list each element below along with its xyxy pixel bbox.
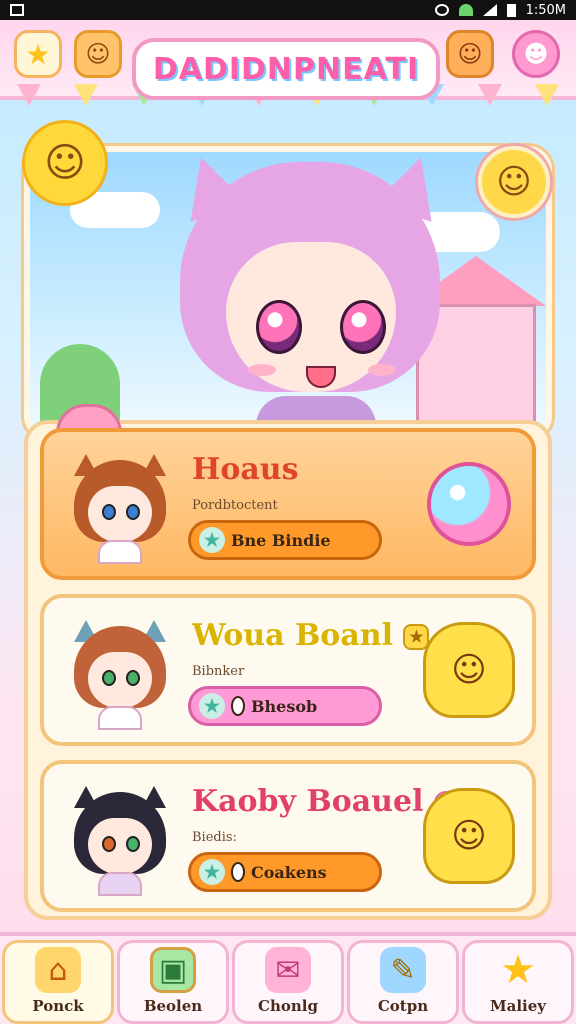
- star-icon: ★: [199, 693, 225, 719]
- smiley-face-icon[interactable]: ☺: [74, 30, 122, 78]
- star-icon: ★: [199, 527, 225, 553]
- nav-item-notebook[interactable]: ✎ Cotpn: [347, 940, 459, 1024]
- card-action-button[interactable]: ★ Coakens: [188, 852, 382, 892]
- card-action-label: Bne Bindie: [231, 530, 331, 550]
- smiley-badge-icon[interactable]: ☺: [478, 146, 550, 218]
- nav-label: Cotpn: [377, 997, 429, 1015]
- card-subtitle: Bibnker: [192, 664, 245, 679]
- seed-icon: [231, 696, 245, 716]
- catgirl-character[interactable]: [170, 152, 450, 434]
- character-avatar: [66, 450, 174, 564]
- card-action-button[interactable]: ★ Bne Bindie: [188, 520, 382, 560]
- card-subtitle: Biedis:: [192, 830, 237, 845]
- character-card-3[interactable]: Kaoby Boauel Biedis: ★ Coakens ☺: [40, 760, 536, 912]
- nav-item-favorites[interactable]: ★ Maliey: [462, 940, 574, 1024]
- card-title-text: Woua Boanl: [192, 618, 393, 653]
- nav-label: Beolen: [143, 997, 203, 1015]
- star-icon: ★: [199, 859, 225, 885]
- nav-label: Maliey: [490, 997, 546, 1015]
- character-avatar: [66, 782, 174, 896]
- wifi-icon: [458, 4, 473, 16]
- card-title: Hoaus: [192, 452, 299, 487]
- battery-icon: [506, 3, 516, 17]
- card-title: Woua Boanl ★: [192, 618, 430, 653]
- image-notification-icon: [10, 4, 24, 16]
- settings-icon: [434, 4, 449, 16]
- sun-smiley-icon: ☺: [22, 120, 108, 206]
- card-title: Kaoby Boauel: [192, 784, 458, 819]
- nav-item-home[interactable]: ⌂ Ponck: [2, 940, 114, 1024]
- yellow-dog-icon[interactable]: ☺: [420, 618, 518, 722]
- bottom-nav: ⌂ Ponck ▣ Beolen ✉ Chonlg ✎ Cotpn ★ Mali…: [0, 932, 576, 1024]
- card-action-label: Coakens: [251, 862, 327, 882]
- notebook-icon: ✎: [380, 947, 426, 993]
- house-icon: ⌂: [35, 947, 81, 993]
- character-card-1[interactable]: Hoaus Pordbtoctent ★ Bne Bindie: [40, 428, 536, 580]
- bubble-icon[interactable]: [420, 452, 518, 556]
- nav-item-gallery[interactable]: ▣ Beolen: [117, 940, 229, 1024]
- star-icon[interactable]: ★: [14, 30, 62, 78]
- card-subtitle: Pordbtoctent: [192, 498, 278, 513]
- picture-frame-icon: ▣: [150, 947, 196, 993]
- hero-scene: [24, 146, 552, 440]
- card-action-button[interactable]: ★ Bhesob: [188, 686, 382, 726]
- game-title: DADIDNPNEATI: [132, 38, 440, 100]
- bear-face-icon[interactable]: ☺: [446, 30, 494, 78]
- envelope-icon: ✉: [265, 947, 311, 993]
- character-card-2[interactable]: Woua Boanl ★ Bibnker ★ Bhesob ☺: [40, 594, 536, 746]
- card-title-text: Kaoby Boauel: [192, 784, 424, 819]
- seed-icon: [231, 862, 245, 882]
- nav-label: Chonlg: [258, 997, 318, 1015]
- nav-label: Ponck: [32, 997, 84, 1015]
- status-bar: 1:50M: [0, 0, 576, 20]
- pink-face-icon[interactable]: ☻: [512, 30, 560, 78]
- yellow-cat-icon[interactable]: ☺: [420, 784, 518, 888]
- signal-icon: [482, 4, 497, 16]
- character-avatar: [66, 616, 174, 730]
- nav-item-mail[interactable]: ✉ Chonlg: [232, 940, 344, 1024]
- star-icon: ★: [500, 947, 536, 993]
- card-action-label: Bhesob: [251, 696, 318, 716]
- status-time: 1:50M: [525, 2, 566, 18]
- status-icons: 1:50M: [434, 2, 566, 18]
